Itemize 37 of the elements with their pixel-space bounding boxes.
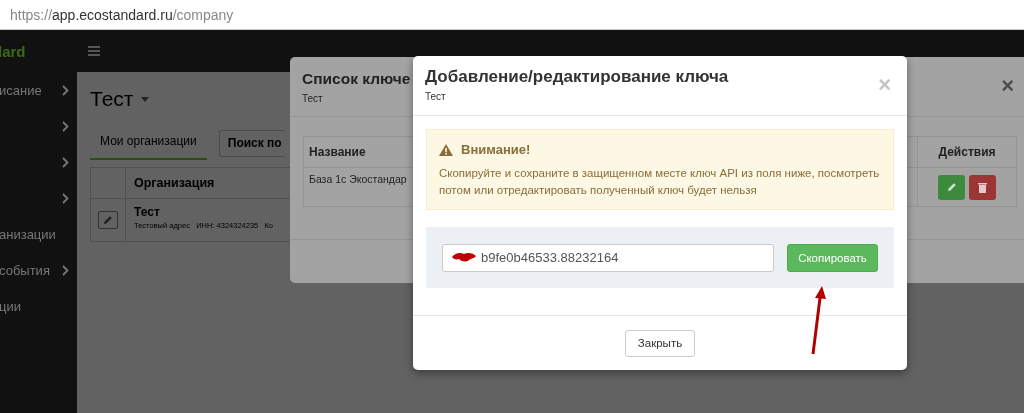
table-cell: База 1с Экостандар bbox=[309, 173, 407, 185]
menu-icon[interactable] bbox=[88, 46, 100, 56]
copy-button[interactable]: Скопировать bbox=[787, 243, 878, 272]
key-field[interactable]: b9fe0b46533.88232164 bbox=[442, 243, 774, 272]
modal-subtitle: Тест bbox=[425, 91, 446, 102]
search-field[interactable]: Поиск по bbox=[218, 129, 285, 157]
chevron-icon bbox=[62, 192, 69, 204]
sidebar-item[interactable]: ции bbox=[0, 288, 77, 324]
sidebar-item[interactable]: события bbox=[0, 252, 77, 288]
close-button[interactable]: Закрыть bbox=[624, 329, 696, 357]
delete-button[interactable] bbox=[969, 174, 996, 200]
column-header: Действия bbox=[938, 145, 996, 159]
organization-name: Тест bbox=[134, 205, 160, 219]
chevron-icon bbox=[62, 156, 69, 168]
edit-button[interactable] bbox=[98, 211, 118, 229]
column-header: Организация bbox=[133, 176, 215, 190]
chevron-icon bbox=[62, 264, 69, 276]
chevron-icon bbox=[62, 84, 69, 96]
sidebar-item[interactable]: исание bbox=[0, 72, 77, 108]
modal-subtitle: Тест bbox=[302, 93, 323, 104]
pencil-icon bbox=[946, 182, 957, 192]
edit-button[interactable] bbox=[938, 174, 965, 200]
alert-text: Скопируйте и сохраните в защищенном месте ключ API из поля ниже, посмотреть потом или отредактировать полученный ключ будет нельзя bbox=[439, 166, 881, 198]
page-title: Тест bbox=[90, 87, 134, 111]
warning-icon bbox=[439, 143, 453, 156]
modal-title: Добавление/редактирование ключа bbox=[425, 67, 729, 87]
pencil-icon bbox=[103, 215, 113, 225]
caret-icon[interactable] bbox=[141, 96, 150, 102]
alert-title: Внимание! bbox=[461, 142, 531, 157]
column-header: Название bbox=[309, 145, 366, 159]
url-text[interactable]: https://app.ecostandard.ru/company bbox=[10, 6, 234, 23]
sidebar-item[interactable]: анизации bbox=[0, 216, 77, 252]
close-icon[interactable]: × bbox=[1001, 73, 1014, 99]
trash-icon bbox=[978, 181, 987, 193]
tab[interactable]: Мои организации bbox=[90, 126, 207, 160]
modal-title: Список ключе bbox=[302, 70, 411, 88]
chevron-icon bbox=[62, 120, 69, 132]
